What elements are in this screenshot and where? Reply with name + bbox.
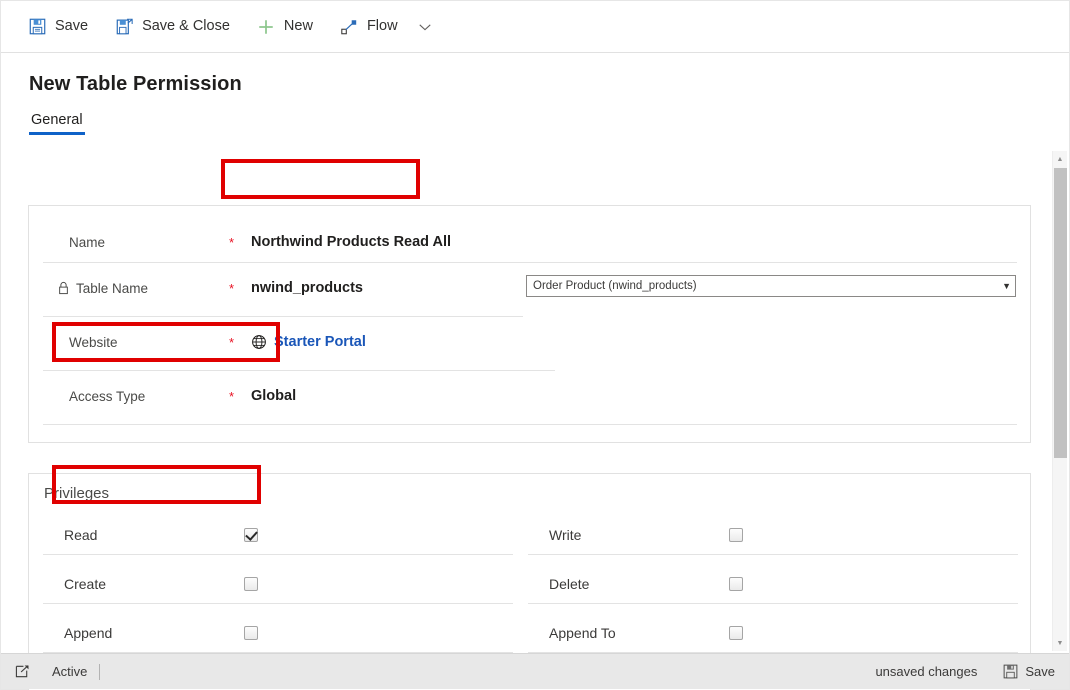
field-row-access-type: Access Type * Global bbox=[69, 378, 296, 414]
field-label-table-name: Table Name bbox=[57, 281, 229, 296]
command-bar: Save Save & Close New Flow bbox=[1, 1, 1069, 53]
field-label-table-name-text: Table Name bbox=[76, 280, 149, 296]
privilege-row-delete: Delete bbox=[549, 569, 1019, 599]
status-bar-right: unsaved changes Save bbox=[875, 664, 1055, 679]
new-button-label: New bbox=[283, 18, 313, 35]
privilege-separator bbox=[528, 603, 1018, 604]
field-required-table-name: * bbox=[229, 280, 235, 296]
flow-nodes-icon bbox=[339, 17, 359, 37]
privilege-label-write: Write bbox=[549, 527, 582, 543]
field-separator bbox=[43, 370, 555, 371]
save-button-label: Save bbox=[55, 18, 89, 35]
vertical-scrollbar[interactable]: ▲ ▼ bbox=[1052, 151, 1067, 651]
field-separator bbox=[43, 262, 1017, 263]
field-value-access-type[interactable]: Global bbox=[251, 388, 296, 404]
privilege-label-append: Append bbox=[64, 625, 113, 641]
field-label-website: Website bbox=[69, 334, 118, 350]
save-and-close-button[interactable]: Save & Close bbox=[104, 9, 240, 45]
field-value-website-text: Starter Portal bbox=[274, 334, 366, 350]
status-save-label: Save bbox=[1025, 664, 1055, 679]
privilege-row-append-to: Append To bbox=[549, 618, 1019, 648]
form-page: New Table Permission General Name * Nort… bbox=[1, 53, 1069, 690]
table-lookup-dropdown[interactable]: Order Product (nwind_products) ▼ bbox=[526, 275, 1016, 297]
privileges-section-title: Privileges bbox=[44, 485, 110, 502]
privilege-checkbox-write[interactable] bbox=[729, 528, 743, 542]
privilege-checkbox-append-to[interactable] bbox=[729, 626, 743, 640]
privilege-separator bbox=[528, 554, 1018, 555]
field-required-website: * bbox=[229, 334, 235, 350]
status-divider bbox=[99, 663, 101, 680]
save-and-close-icon bbox=[114, 17, 134, 37]
save-floppy-icon bbox=[27, 17, 47, 37]
privilege-checkbox-delete[interactable] bbox=[729, 577, 743, 591]
field-value-website-link[interactable]: Starter Portal bbox=[251, 334, 366, 350]
field-required-access-type: * bbox=[229, 388, 235, 404]
globe-icon bbox=[251, 334, 267, 350]
form-scroll-area: Name * Northwind Products Read All Table… bbox=[1, 199, 1069, 690]
save-and-close-button-label: Save & Close bbox=[142, 18, 230, 35]
field-value-name[interactable]: Northwind Products Read All bbox=[251, 234, 451, 250]
privilege-separator bbox=[43, 603, 513, 604]
general-section-panel: Name * Northwind Products Read All Table… bbox=[28, 205, 1031, 443]
flow-button-label: Flow bbox=[366, 18, 398, 35]
new-button[interactable]: New bbox=[246, 9, 323, 45]
privilege-label-create: Create bbox=[64, 576, 107, 592]
field-separator bbox=[43, 424, 1017, 425]
field-required-name: * bbox=[229, 234, 235, 250]
chevron-down-icon: ▼ bbox=[1002, 281, 1011, 291]
field-label-access-type: Access Type bbox=[69, 388, 146, 404]
privilege-row-write: Write bbox=[549, 520, 1019, 550]
page-title: New Table Permission bbox=[29, 73, 242, 95]
command-overflow-chevron-down-icon[interactable] bbox=[410, 9, 440, 45]
field-value-table-name[interactable]: nwind_products bbox=[251, 280, 363, 296]
privilege-separator bbox=[43, 554, 513, 555]
tab-general[interactable]: General bbox=[29, 112, 85, 135]
status-save-button[interactable]: Save bbox=[1003, 664, 1055, 679]
status-bar-left: Active bbox=[15, 663, 101, 680]
save-floppy-icon bbox=[1003, 664, 1018, 679]
privilege-row-append: Append bbox=[64, 618, 534, 648]
privilege-checkbox-read[interactable] bbox=[244, 528, 258, 542]
plus-icon bbox=[256, 17, 276, 37]
open-in-new-window-icon[interactable] bbox=[15, 664, 30, 679]
privilege-label-append-to: Append To bbox=[549, 625, 616, 641]
field-separator bbox=[43, 316, 523, 317]
flow-button[interactable]: Flow bbox=[329, 9, 408, 45]
scrollbar-thumb[interactable] bbox=[1054, 168, 1067, 458]
field-row-table-name: Table Name * nwind_products bbox=[57, 270, 363, 306]
privilege-label-delete: Delete bbox=[549, 576, 590, 592]
table-lookup-value: Order Product (nwind_products) bbox=[533, 280, 697, 292]
tab-general-label: General bbox=[31, 112, 83, 128]
table-permission-form-window: Save Save & Close New Flow New Table Per… bbox=[0, 0, 1070, 690]
status-bar: Active unsaved changes Save bbox=[1, 653, 1069, 689]
save-button[interactable]: Save bbox=[17, 9, 98, 45]
field-row-name: Name * Northwind Products Read All bbox=[69, 224, 451, 260]
form-tabs: General bbox=[1, 96, 1069, 135]
privilege-row-create: Create bbox=[64, 569, 534, 599]
scroll-down-arrow-icon[interactable]: ▼ bbox=[1053, 635, 1067, 651]
status-text: Active bbox=[52, 664, 88, 679]
privilege-checkbox-create[interactable] bbox=[244, 577, 258, 591]
field-row-website: Website * Starter Portal bbox=[69, 324, 366, 360]
privilege-checkbox-append[interactable] bbox=[244, 626, 258, 640]
lock-icon bbox=[57, 281, 70, 295]
field-label-name: Name bbox=[69, 234, 106, 250]
privilege-label-read: Read bbox=[64, 527, 98, 543]
scroll-up-arrow-icon[interactable]: ▲ bbox=[1053, 151, 1067, 167]
privilege-row-read: Read bbox=[64, 520, 534, 550]
unsaved-changes-text: unsaved changes bbox=[875, 664, 978, 679]
